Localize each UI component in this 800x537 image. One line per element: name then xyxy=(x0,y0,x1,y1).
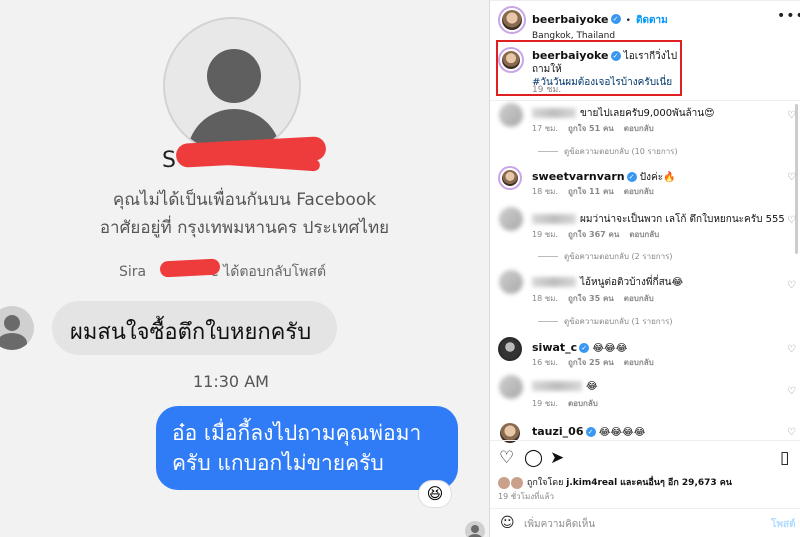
comment-like-icon[interactable]: ♡ xyxy=(787,427,796,438)
commenter-avatar[interactable] xyxy=(498,421,522,445)
commenter-avatar-blurred xyxy=(499,207,523,231)
caption-avatar[interactable] xyxy=(498,47,524,73)
posted-ago: 19 ชั่วโมงที่แล้ว xyxy=(498,492,554,501)
comment-like-icon[interactable]: ♡ xyxy=(787,172,796,183)
comment-text: ผมว่าน่าจะเป็นพวก เลโก้ ตึกใบหยกนะครับ 5… xyxy=(532,212,785,227)
comment-meta: 19 ชม. ถูกใจ 367 คน ตอบกลับ xyxy=(532,230,660,239)
comment-text: siwat_c ✓ 😂😂😂 xyxy=(532,341,628,354)
commenter-avatar-blurred xyxy=(499,375,523,399)
comment-text: tauzi_06 ✓ 😂😂😂😂 xyxy=(532,425,646,438)
instagram-post-panel: beerbaiyoke ✓ • ติดตาม Bangkok, Thailand … xyxy=(489,0,800,537)
reply-name-prefix: Sira xyxy=(119,264,147,280)
messenger-screenshot: S คุณไม่ได้เป็นเพื่อนกันบน Facebook อาศั… xyxy=(0,0,489,537)
profile-name: S xyxy=(162,148,176,173)
outgoing-line: ครับ แกบอกไม่ขายครับ xyxy=(172,451,384,475)
reply-button[interactable]: ตอบกลับ xyxy=(624,358,654,367)
commenter-avatar[interactable] xyxy=(498,337,522,361)
comment-input[interactable]: เพิ่มความคิดเห็น xyxy=(524,517,595,532)
caption-username[interactable]: beerbaiyoke xyxy=(532,49,609,62)
verified-icon: ✓ xyxy=(585,427,596,437)
view-replies-button[interactable]: ดูข้อความตอบกลับ (1 รายการ) xyxy=(538,315,673,328)
comment-likes[interactable]: ถูกใจ 35 คน xyxy=(568,294,614,303)
comment-like-icon[interactable]: ♡ xyxy=(787,280,796,291)
commenter-username[interactable]: tauzi_06 xyxy=(532,425,584,438)
comment-text: sweetvarnvarn ✓ ปังค่ะ🔥 xyxy=(532,170,676,183)
follow-button[interactable]: ติดตาม xyxy=(636,15,668,26)
caption-time: 19 ชม. xyxy=(532,85,562,95)
share-icon[interactable]: ➤ xyxy=(550,448,564,468)
replied-to-post-text: Sira e ได้ตอบกลับโพสต์ xyxy=(119,261,326,283)
reply-button[interactable]: ตอบกลับ xyxy=(624,187,654,196)
incoming-message: ผมสนใจซื้อตึกใบหยกครับ xyxy=(52,301,337,355)
comment-meta: 16 ชม. ถูกใจ 25 คน ตอบกลับ xyxy=(532,358,654,367)
comment-meta: 18 ชม. ถูกใจ 35 คน ตอบกลับ xyxy=(532,294,654,303)
reply-button[interactable]: ตอบกลับ xyxy=(624,294,654,303)
sender-avatar xyxy=(0,306,34,350)
comment-meta: 19 ชม. ตอบกลับ xyxy=(532,399,598,408)
comment-text: ไอ้หนูต่อติวบ้างพี่กี่สน😂 xyxy=(532,275,683,290)
seen-avatar xyxy=(465,521,485,537)
comment-like-icon[interactable]: ♡ xyxy=(787,110,796,121)
more-options-icon[interactable]: ••• xyxy=(777,8,800,24)
dot-separator: • xyxy=(625,16,631,26)
author-username[interactable]: beerbaiyoke xyxy=(532,13,609,26)
view-replies-button[interactable]: ดูข้อความตอบกลับ (10 รายการ) xyxy=(538,145,678,158)
comment-likes[interactable]: ถูกใจ 25 คน xyxy=(568,358,614,367)
comment-likes[interactable]: ถูกใจ 367 คน xyxy=(568,230,619,239)
author-avatar[interactable] xyxy=(498,6,526,34)
comment-meta: 17 ชม. ถูกใจ 51 คน ตอบกลับ xyxy=(532,124,654,133)
bookmark-icon[interactable]: ▯ xyxy=(780,448,789,468)
commenter-avatar-blurred xyxy=(499,270,523,294)
reply-suffix: e ได้ตอบกลับโพสต์ xyxy=(210,264,327,280)
redaction-scribble xyxy=(159,258,221,278)
liked-by-text: ถูกใจโดย j.kim4real และคนอื่นๆ อีก 29,67… xyxy=(498,475,732,489)
comment-like-icon[interactable]: ♡ xyxy=(787,386,796,397)
profile-avatar xyxy=(163,17,301,155)
post-header: beerbaiyoke ✓ • ติดตาม Bangkok, Thailand xyxy=(532,8,752,41)
verified-icon: ✓ xyxy=(610,13,621,24)
commenter-avatar[interactable] xyxy=(498,166,522,190)
outgoing-line: อ๋อ เมื่อกี้ลงไปถามคุณพ่อมา xyxy=(172,421,422,445)
comment-text: ขายไปเลยครับ9,000พันล้าน😍 xyxy=(532,106,715,121)
commenter-avatar-blurred xyxy=(499,103,523,127)
comment-text: 😂 xyxy=(532,381,598,392)
reaction-emoji: 😆 xyxy=(418,480,452,508)
liked-by-user[interactable]: j.kim4real xyxy=(566,478,617,488)
verified-icon: ✓ xyxy=(579,343,590,353)
verified-icon: ✓ xyxy=(626,172,637,182)
reply-button[interactable]: ตอบกลับ xyxy=(624,124,654,133)
commenter-username[interactable]: sweetvarnvarn xyxy=(532,170,625,183)
comment-like-icon[interactable]: ♡ xyxy=(787,215,796,226)
comment-meta: 18 ชม. ถูกใจ 11 คน ตอบกลับ xyxy=(532,187,654,196)
comment-likes[interactable]: ถูกใจ 51 คน xyxy=(568,124,614,133)
comment-like-icon[interactable]: ♡ xyxy=(787,344,796,355)
view-replies-button[interactable]: ดูข้อความตอบกลับ (2 รายการ) xyxy=(538,250,673,263)
liker-avatar xyxy=(511,476,523,489)
not-friends-text: คุณไม่ได้เป็นเพื่อนกันบน Facebook xyxy=(112,190,377,210)
outgoing-message: อ๋อ เมื่อกี้ลงไปถามคุณพ่อมา ครับ แกบอกไม… xyxy=(156,406,458,490)
verified-icon: ✓ xyxy=(610,51,621,61)
liked-by-others[interactable]: และคนอื่นๆ อีก 29,673 คน xyxy=(620,478,732,488)
heart-icon[interactable]: ♡ xyxy=(499,448,514,468)
comment-icon[interactable]: ◯ xyxy=(524,448,543,468)
emoji-icon[interactable]: ☺ xyxy=(500,515,515,531)
reply-button[interactable]: ตอบกลับ xyxy=(568,399,598,408)
commenter-username[interactable]: siwat_c xyxy=(532,341,577,354)
location-text: อาศัยอยู่ที่ กรุงเทพมหานคร ประเทศไทย xyxy=(99,218,390,238)
post-comment-button[interactable]: โพสต์ xyxy=(771,517,796,532)
reply-button[interactable]: ตอบกลับ xyxy=(629,230,659,239)
comment-likes[interactable]: ถูกใจ 11 คน xyxy=(568,187,614,196)
liker-avatar xyxy=(498,476,510,489)
message-timestamp: 11:30 AM xyxy=(193,372,269,391)
